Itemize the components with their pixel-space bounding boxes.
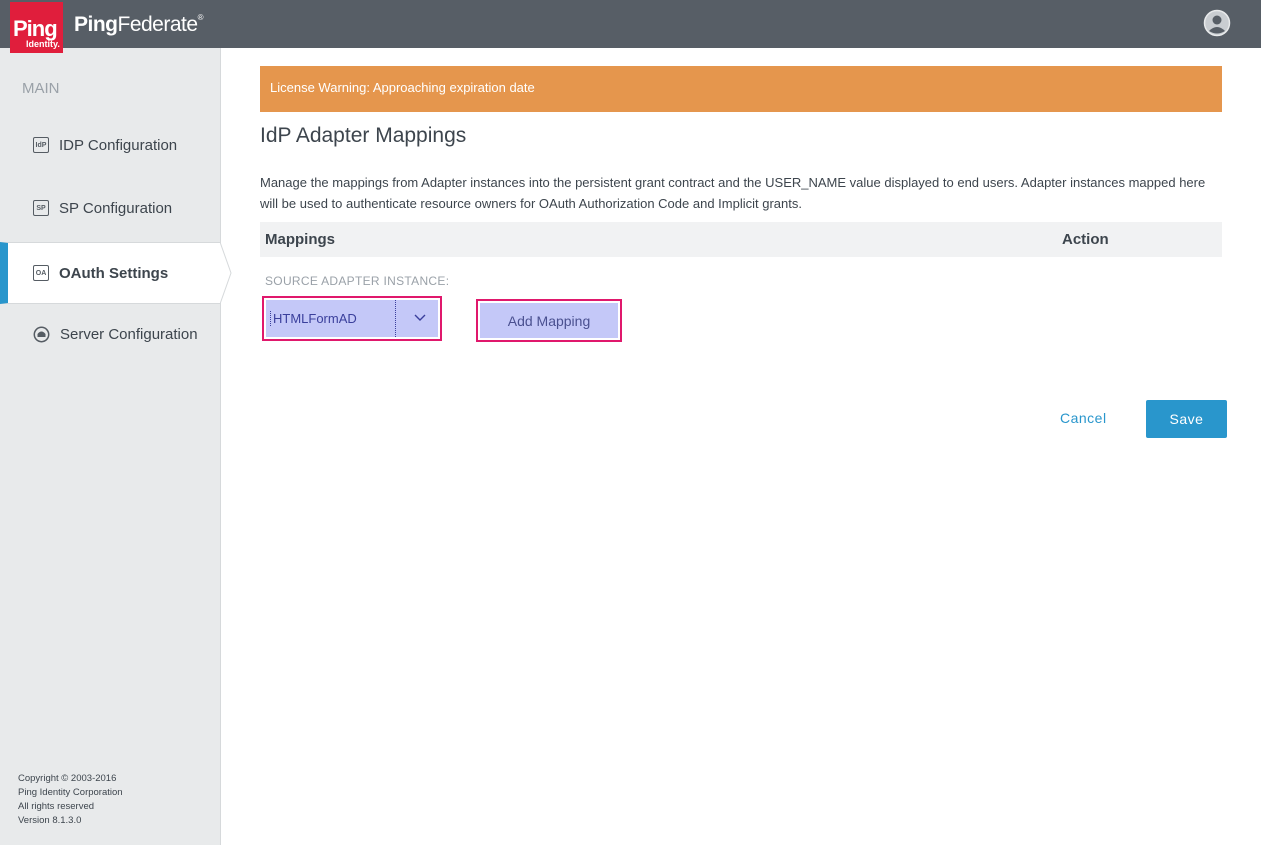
footer-copyright: Copyright © 2003-2016 bbox=[18, 773, 117, 784]
footer-version: Version 8.1.3.0 bbox=[18, 815, 82, 826]
source-adapter-label: SOURCE ADAPTER INSTANCE: bbox=[265, 274, 450, 288]
product-name-suffix: Federate bbox=[117, 13, 199, 36]
license-warning-banner: License Warning: Approaching expiration … bbox=[260, 66, 1222, 112]
user-account-icon[interactable] bbox=[1203, 9, 1231, 37]
sidebar: MAIN IdP IDP Configuration SP SP Configu… bbox=[0, 48, 221, 845]
logo-identity-text: Identity. bbox=[26, 39, 60, 49]
page-description: Manage the mappings from Adapter instanc… bbox=[260, 175, 1206, 211]
sp-icon: SP bbox=[33, 200, 49, 216]
cancel-button[interactable]: Cancel bbox=[1060, 410, 1107, 426]
sidebar-item-label: SP Configuration bbox=[59, 199, 173, 217]
column-header-action: Action bbox=[1062, 231, 1109, 248]
footer-rights: All rights reserved bbox=[18, 801, 95, 812]
sidebar-item-oauth-settings[interactable]: OA OAuth Settings bbox=[0, 242, 221, 304]
add-mapping-button-wrap: Add Mapping bbox=[476, 299, 622, 342]
top-header: PingFederate® bbox=[0, 0, 1261, 48]
source-adapter-selected-value: HTMLFormAD bbox=[270, 311, 357, 326]
sidebar-section-main: MAIN bbox=[22, 80, 60, 97]
sidebar-item-sp-configuration[interactable]: SP SP Configuration bbox=[0, 178, 221, 238]
sidebar-item-label: IDP Configuration bbox=[59, 136, 178, 154]
ping-identity-logo[interactable]: Ping Identity. bbox=[10, 2, 63, 53]
chevron-down-icon[interactable] bbox=[414, 313, 426, 323]
footer-company: Ping Identity Corporation bbox=[18, 787, 123, 798]
source-adapter-select-box[interactable]: HTMLFormAD bbox=[266, 300, 438, 337]
page-title: IdP Adapter Mappings bbox=[260, 124, 467, 147]
sidebar-item-label: Server Configuration bbox=[60, 325, 198, 343]
sidebar-item-idp-configuration[interactable]: IdP IDP Configuration bbox=[0, 115, 221, 175]
source-adapter-select[interactable]: HTMLFormAD bbox=[262, 296, 442, 341]
mappings-table-header: Mappings Action bbox=[260, 222, 1222, 257]
product-name: PingFederate® bbox=[74, 13, 204, 37]
product-name-prefix: Ping bbox=[74, 13, 118, 36]
server-icon bbox=[33, 326, 50, 342]
sidebar-item-label: OAuth Settings bbox=[59, 264, 169, 282]
select-divider bbox=[395, 300, 396, 337]
column-header-mappings: Mappings bbox=[265, 231, 335, 248]
product-name-mark: ® bbox=[197, 13, 204, 22]
idp-icon: IdP bbox=[33, 137, 49, 153]
sidebar-item-server-configuration[interactable]: Server Configuration bbox=[0, 304, 221, 364]
sidebar-footer: Copyright © 2003-2016 Ping Identity Corp… bbox=[18, 772, 123, 828]
save-button[interactable]: Save bbox=[1146, 400, 1227, 438]
add-mapping-button[interactable]: Add Mapping bbox=[480, 303, 618, 338]
active-item-pointer bbox=[220, 242, 232, 304]
oauth-icon: OA bbox=[33, 265, 49, 281]
